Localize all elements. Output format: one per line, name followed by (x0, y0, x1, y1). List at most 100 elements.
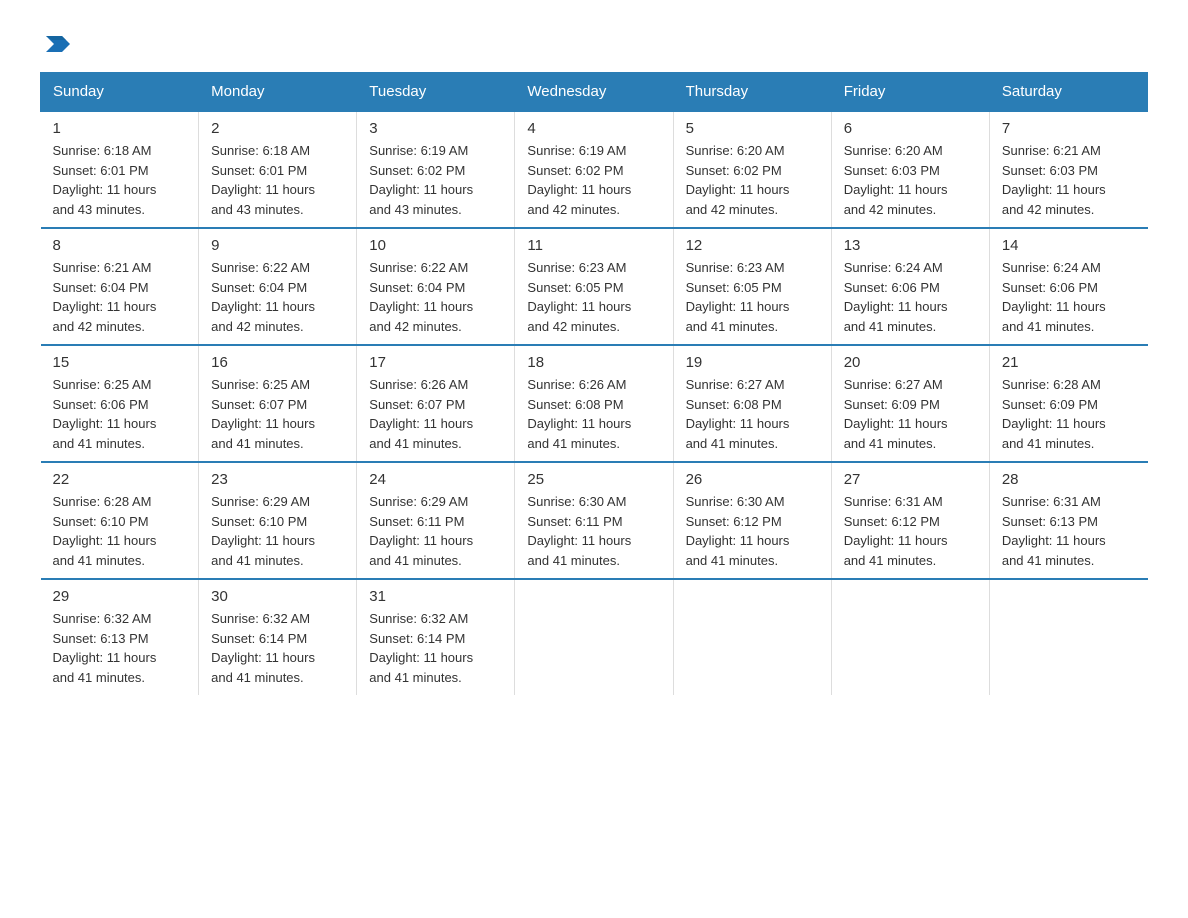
day-number: 12 (686, 237, 819, 254)
day-info: Sunrise: 6:19 AMSunset: 6:02 PMDaylight:… (527, 141, 660, 219)
day-number: 11 (527, 237, 660, 254)
logo-arrow-icon (42, 30, 70, 58)
calendar-cell: 21 Sunrise: 6:28 AMSunset: 6:09 PMDayligh… (989, 345, 1147, 462)
header-sunday: Sunday (41, 73, 199, 112)
calendar-cell: 23 Sunrise: 6:29 AMSunset: 6:10 PMDayligh… (199, 462, 357, 579)
day-info: Sunrise: 6:31 AMSunset: 6:13 PMDaylight:… (1002, 492, 1136, 570)
header-saturday: Saturday (989, 73, 1147, 112)
calendar-cell (989, 579, 1147, 695)
day-info: Sunrise: 6:24 AMSunset: 6:06 PMDaylight:… (1002, 258, 1136, 336)
day-number: 2 (211, 120, 344, 137)
day-number: 9 (211, 237, 344, 254)
day-info: Sunrise: 6:27 AMSunset: 6:09 PMDaylight:… (844, 375, 977, 453)
day-number: 13 (844, 237, 977, 254)
day-info: Sunrise: 6:32 AMSunset: 6:14 PMDaylight:… (369, 609, 502, 687)
calendar-cell (673, 579, 831, 695)
day-number: 29 (53, 588, 187, 605)
day-number: 17 (369, 354, 502, 371)
day-number: 3 (369, 120, 502, 137)
day-number: 8 (53, 237, 187, 254)
calendar-cell: 4Sunrise: 6:19 AMSunset: 6:02 PMDaylight… (515, 111, 673, 228)
day-number: 16 (211, 354, 344, 371)
day-info: Sunrise: 6:23 AMSunset: 6:05 PMDaylight:… (527, 258, 660, 336)
day-info: Sunrise: 6:30 AMSunset: 6:11 PMDaylight:… (527, 492, 660, 570)
day-number: 27 (844, 471, 977, 488)
day-info: Sunrise: 6:28 AMSunset: 6:09 PMDaylight:… (1002, 375, 1136, 453)
day-info: Sunrise: 6:22 AMSunset: 6:04 PMDaylight:… (369, 258, 502, 336)
logo-top (40, 30, 72, 58)
calendar-week-2: 8Sunrise: 6:21 AMSunset: 6:04 PMDaylight… (41, 228, 1148, 345)
day-number: 5 (686, 120, 819, 137)
day-info: Sunrise: 6:21 AMSunset: 6:03 PMDaylight:… (1002, 141, 1136, 219)
calendar-week-3: 15 Sunrise: 6:25 AMSunset: 6:06 PMDayligh… (41, 345, 1148, 462)
header-thursday: Thursday (673, 73, 831, 112)
calendar-cell: 16 Sunrise: 6:25 AMSunset: 6:07 PMDayligh… (199, 345, 357, 462)
day-number: 28 (1002, 471, 1136, 488)
calendar-cell: 29Sunrise: 6:32 AMSunset: 6:13 PMDayligh… (41, 579, 199, 695)
calendar-cell: 9 Sunrise: 6:22 AMSunset: 6:04 PMDaylight… (199, 228, 357, 345)
calendar-cell: 17 Sunrise: 6:26 AMSunset: 6:07 PMDayligh… (357, 345, 515, 462)
day-number: 15 (53, 354, 187, 371)
day-number: 25 (527, 471, 660, 488)
day-info: Sunrise: 6:20 AMSunset: 6:03 PMDaylight:… (844, 141, 977, 219)
calendar-week-1: 1 Sunrise: 6:18 AMSunset: 6:01 PMDaylight… (41, 111, 1148, 228)
day-info: Sunrise: 6:20 AMSunset: 6:02 PMDaylight:… (686, 141, 819, 219)
day-info: Sunrise: 6:18 AMSunset: 6:01 PMDaylight:… (53, 141, 187, 219)
calendar-cell (831, 579, 989, 695)
day-info: Sunrise: 6:18 AMSunset: 6:01 PMDaylight:… (211, 141, 344, 219)
calendar-cell: 19 Sunrise: 6:27 AMSunset: 6:08 PMDayligh… (673, 345, 831, 462)
day-info: Sunrise: 6:26 AMSunset: 6:08 PMDaylight:… (527, 375, 660, 453)
calendar-cell: 1 Sunrise: 6:18 AMSunset: 6:01 PMDaylight… (41, 111, 199, 228)
calendar-cell: 13 Sunrise: 6:24 AMSunset: 6:06 PMDayligh… (831, 228, 989, 345)
calendar-cell: 14 Sunrise: 6:24 AMSunset: 6:06 PMDayligh… (989, 228, 1147, 345)
day-number: 23 (211, 471, 344, 488)
calendar-cell: 28 Sunrise: 6:31 AMSunset: 6:13 PMDayligh… (989, 462, 1147, 579)
day-number: 19 (686, 354, 819, 371)
day-number: 20 (844, 354, 977, 371)
header-tuesday: Tuesday (357, 73, 515, 112)
header-wednesday: Wednesday (515, 73, 673, 112)
calendar-cell: 12 Sunrise: 6:23 AMSunset: 6:05 PMDayligh… (673, 228, 831, 345)
day-info: Sunrise: 6:22 AMSunset: 6:04 PMDaylight:… (211, 258, 344, 336)
day-info: Sunrise: 6:27 AMSunset: 6:08 PMDaylight:… (686, 375, 819, 453)
calendar-cell: 7Sunrise: 6:21 AMSunset: 6:03 PMDaylight… (989, 111, 1147, 228)
calendar-cell: 8Sunrise: 6:21 AMSunset: 6:04 PMDaylight… (41, 228, 199, 345)
calendar-table: SundayMondayTuesdayWednesdayThursdayFrid… (40, 72, 1148, 695)
calendar-week-5: 29Sunrise: 6:32 AMSunset: 6:13 PMDayligh… (41, 579, 1148, 695)
day-info: Sunrise: 6:24 AMSunset: 6:06 PMDaylight:… (844, 258, 977, 336)
day-info: Sunrise: 6:25 AMSunset: 6:06 PMDaylight:… (53, 375, 187, 453)
calendar-cell: 3 Sunrise: 6:19 AMSunset: 6:02 PMDaylight… (357, 111, 515, 228)
calendar-cell: 24Sunrise: 6:29 AMSunset: 6:11 PMDayligh… (357, 462, 515, 579)
day-number: 31 (369, 588, 502, 605)
day-number: 30 (211, 588, 344, 605)
calendar-cell: 31 Sunrise: 6:32 AMSunset: 6:14 PMDayligh… (357, 579, 515, 695)
calendar-week-4: 22 Sunrise: 6:28 AMSunset: 6:10 PMDayligh… (41, 462, 1148, 579)
day-number: 18 (527, 354, 660, 371)
day-number: 10 (369, 237, 502, 254)
day-number: 26 (686, 471, 819, 488)
calendar-cell: 25 Sunrise: 6:30 AMSunset: 6:11 PMDayligh… (515, 462, 673, 579)
day-number: 21 (1002, 354, 1136, 371)
calendar-cell: 30Sunrise: 6:32 AMSunset: 6:14 PMDayligh… (199, 579, 357, 695)
day-info: Sunrise: 6:26 AMSunset: 6:07 PMDaylight:… (369, 375, 502, 453)
day-info: Sunrise: 6:23 AMSunset: 6:05 PMDaylight:… (686, 258, 819, 336)
day-info: Sunrise: 6:31 AMSunset: 6:12 PMDaylight:… (844, 492, 977, 570)
header-monday: Monday (199, 73, 357, 112)
day-number: 1 (53, 120, 187, 137)
calendar-cell: 2 Sunrise: 6:18 AMSunset: 6:01 PMDaylight… (199, 111, 357, 228)
day-number: 22 (53, 471, 187, 488)
day-info: Sunrise: 6:19 AMSunset: 6:02 PMDaylight:… (369, 141, 502, 219)
logo (40, 30, 72, 52)
day-info: Sunrise: 6:25 AMSunset: 6:07 PMDaylight:… (211, 375, 344, 453)
calendar-cell: 27 Sunrise: 6:31 AMSunset: 6:12 PMDayligh… (831, 462, 989, 579)
day-info: Sunrise: 6:29 AMSunset: 6:11 PMDaylight:… (369, 492, 502, 570)
day-number: 14 (1002, 237, 1136, 254)
page-header (40, 30, 1148, 52)
day-info: Sunrise: 6:28 AMSunset: 6:10 PMDaylight:… (53, 492, 187, 570)
header-friday: Friday (831, 73, 989, 112)
day-info: Sunrise: 6:30 AMSunset: 6:12 PMDaylight:… (686, 492, 819, 570)
calendar-cell: 11 Sunrise: 6:23 AMSunset: 6:05 PMDayligh… (515, 228, 673, 345)
calendar-cell: 6Sunrise: 6:20 AMSunset: 6:03 PMDaylight… (831, 111, 989, 228)
day-info: Sunrise: 6:29 AMSunset: 6:10 PMDaylight:… (211, 492, 344, 570)
calendar-cell (515, 579, 673, 695)
